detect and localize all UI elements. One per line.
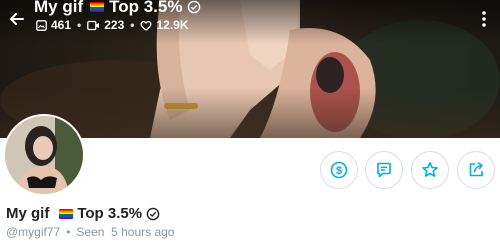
more-button[interactable] [476, 8, 492, 30]
video-icon [87, 20, 100, 30]
message-icon [377, 162, 391, 178]
profile-subline: @mygif77 • Seen 5 hours ago [6, 225, 174, 239]
subline-separator: • [66, 225, 71, 239]
stat-likes: 12.9K [140, 18, 189, 32]
header-badge: Top 3.5% [109, 0, 183, 16]
stat-separator: • [77, 18, 82, 32]
pride-flag-icon [59, 208, 74, 219]
tip-button[interactable]: $ [320, 151, 358, 189]
avatar-photo [5, 116, 83, 194]
stat-videos-count: 223 [104, 18, 125, 32]
profile-name: My gif Top 3.5% [6, 205, 160, 222]
pride-flag-icon [90, 2, 105, 12]
svg-text:$: $ [336, 165, 342, 177]
message-button[interactable] [365, 151, 403, 189]
header-title-text: My gif [34, 0, 84, 16]
favorite-button[interactable] [411, 151, 449, 189]
more-vertical-icon [482, 11, 486, 27]
share-icon [469, 162, 483, 177]
arrow-left-icon [10, 13, 24, 25]
stat-likes-count: 12.9K [156, 18, 189, 32]
profile-username: @mygif77 [6, 225, 61, 239]
stat-photos-count: 461 [51, 18, 72, 32]
profile-badge: Top 3.5% [77, 205, 143, 222]
stat-photos: 461 [36, 18, 71, 32]
heart-icon [140, 20, 153, 31]
star-icon [422, 162, 438, 177]
share-button[interactable] [457, 151, 495, 189]
stat-videos: 223 [87, 18, 124, 32]
dollar-icon: $ [330, 161, 348, 179]
back-button[interactable] [6, 8, 28, 30]
verified-check-icon [146, 207, 160, 220]
profile-display-name: My gif [6, 205, 50, 222]
profile-last-seen: Seen 5 hours ago [76, 225, 175, 239]
stat-separator: • [130, 18, 135, 32]
header-stats: 461 • 223 • 12.9K [36, 18, 189, 32]
avatar[interactable] [3, 114, 85, 196]
verified-check-icon [188, 0, 201, 14]
image-icon [36, 19, 47, 31]
header-title: My gif Top 3.5% [34, 0, 201, 17]
